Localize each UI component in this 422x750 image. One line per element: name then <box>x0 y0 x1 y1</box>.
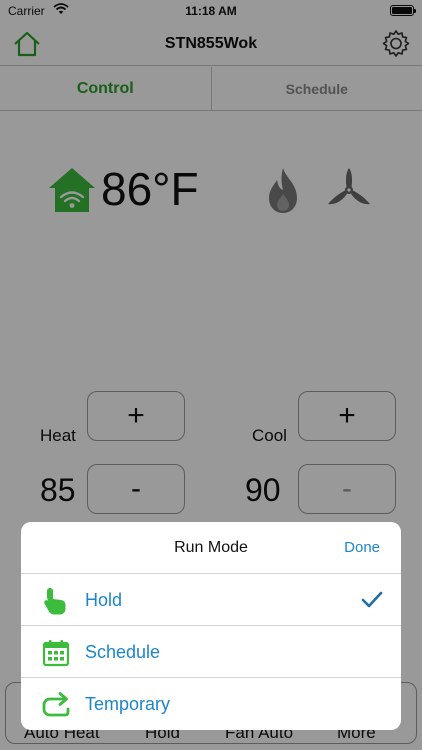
sheet-header: Run Mode Done <box>21 522 401 574</box>
redo-arrow-icon <box>41 690 71 720</box>
option-label-temporary: Temporary <box>85 694 171 714</box>
hand-pointer-icon <box>41 586 71 616</box>
done-button[interactable]: Done <box>344 539 380 556</box>
checkmark-icon <box>361 590 383 610</box>
run-mode-option-temporary[interactable]: Temporary <box>21 678 401 730</box>
calendar-icon <box>41 638 71 668</box>
run-mode-option-hold[interactable]: Hold <box>21 574 401 626</box>
run-mode-option-schedule[interactable]: Schedule <box>21 626 401 678</box>
run-mode-sheet: Run Mode Done Hold Schedule Temporary <box>21 522 401 730</box>
option-label-schedule: Schedule <box>85 642 161 662</box>
option-label-hold: Hold <box>85 590 123 610</box>
